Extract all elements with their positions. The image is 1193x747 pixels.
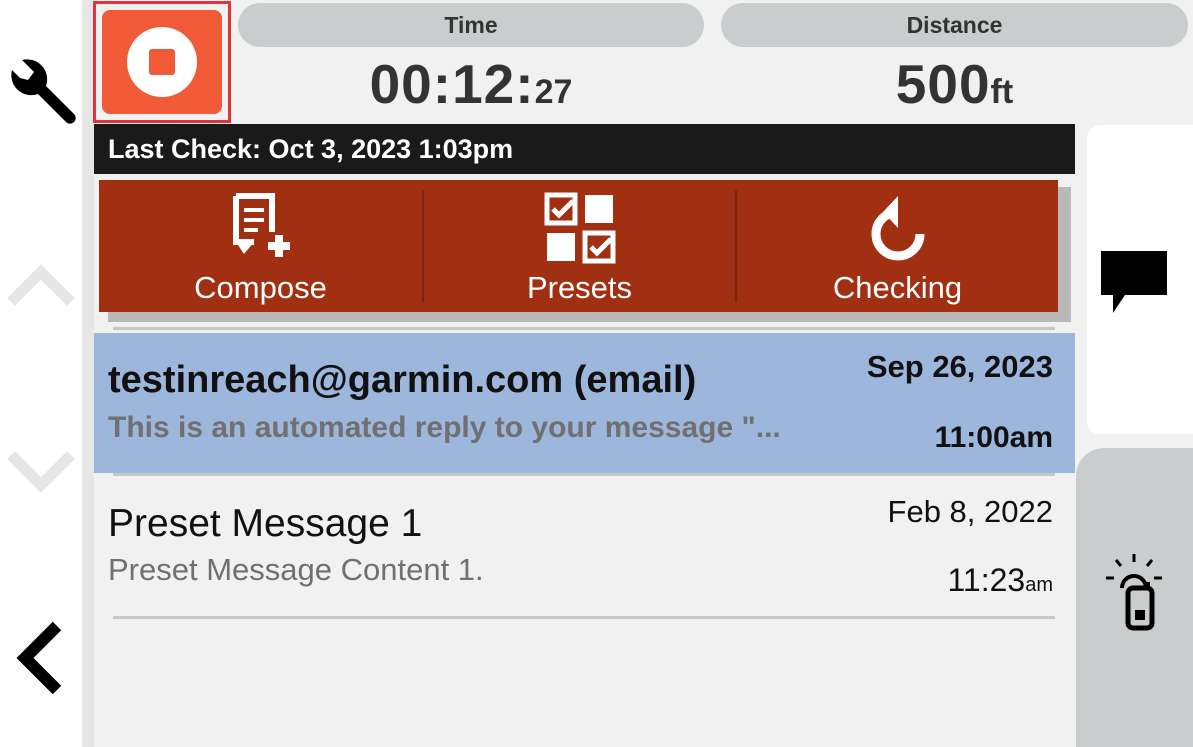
message-date: Sep 26, 2023 [866, 349, 1053, 384]
messages-tab[interactable] [1087, 125, 1193, 435]
message-sender: Preset Message 1 [108, 502, 423, 545]
compose-icon [232, 193, 290, 257]
message-sender: testinreach@garmin.com (email) [108, 359, 697, 401]
stop-icon-square [149, 49, 175, 75]
time-hours-minutes: 00:12: [369, 53, 535, 115]
wrench-icon [11, 58, 76, 124]
time-value: 00:12: 27 [238, 52, 704, 116]
message-date: Feb 8, 2022 [887, 494, 1053, 529]
refresh-icon [871, 196, 924, 261]
presets-button[interactable]: Presets [424, 180, 735, 312]
scroll-up-button[interactable] [0, 255, 82, 315]
distance-unit: ft [990, 73, 1014, 111]
message-time-suffix: am [1025, 574, 1053, 596]
time-seconds: 27 [534, 73, 573, 111]
scroll-down-button[interactable] [0, 440, 82, 500]
chevron-down-icon [7, 451, 75, 493]
back-button[interactable] [0, 615, 82, 700]
device-beacon-icon [1106, 554, 1162, 631]
message-preview: Preset Message Content 1. [108, 552, 484, 587]
tab-gap [1076, 434, 1193, 448]
compose-label: Compose [194, 270, 327, 305]
list-separator [113, 327, 1055, 330]
chevron-left-icon [16, 621, 62, 694]
message-item[interactable]: Preset Message 1 Preset Message Content … [94, 476, 1075, 616]
checking-label: Checking [832, 270, 963, 305]
checking-button[interactable]: Checking [737, 180, 1058, 312]
message-time-value: 11:23 [947, 562, 1026, 598]
message-preview: This is an automated reply to your messa… [108, 411, 781, 444]
presets-label: Presets [526, 270, 633, 305]
device-tab[interactable] [1076, 448, 1193, 747]
distance-label: Distance [721, 3, 1188, 47]
stop-tracking-button[interactable] [93, 1, 231, 123]
message-item[interactable]: testinreach@garmin.com (email) This is a… [94, 333, 1075, 473]
action-bar: Compose Presets Checking [99, 180, 1058, 312]
message-time: 11:00am [934, 421, 1053, 454]
settings-button[interactable] [0, 55, 82, 130]
compose-button[interactable]: Compose [99, 180, 422, 312]
distance-value: 500 ft [721, 52, 1188, 116]
stop-button-face [102, 10, 222, 114]
last-check-bar: Last Check: Oct 3, 2023 1:03pm [94, 124, 1075, 174]
speech-bubble-icon [1101, 251, 1167, 313]
stop-icon [127, 27, 197, 97]
list-separator [113, 616, 1055, 619]
distance-number: 500 [895, 53, 991, 115]
time-label: Time [238, 3, 704, 47]
message-time: 11:23am [948, 562, 1054, 599]
last-check-text: Last Check: Oct 3, 2023 1:03pm [108, 133, 514, 164]
chevron-up-icon [7, 264, 75, 306]
presets-icon [544, 192, 615, 264]
